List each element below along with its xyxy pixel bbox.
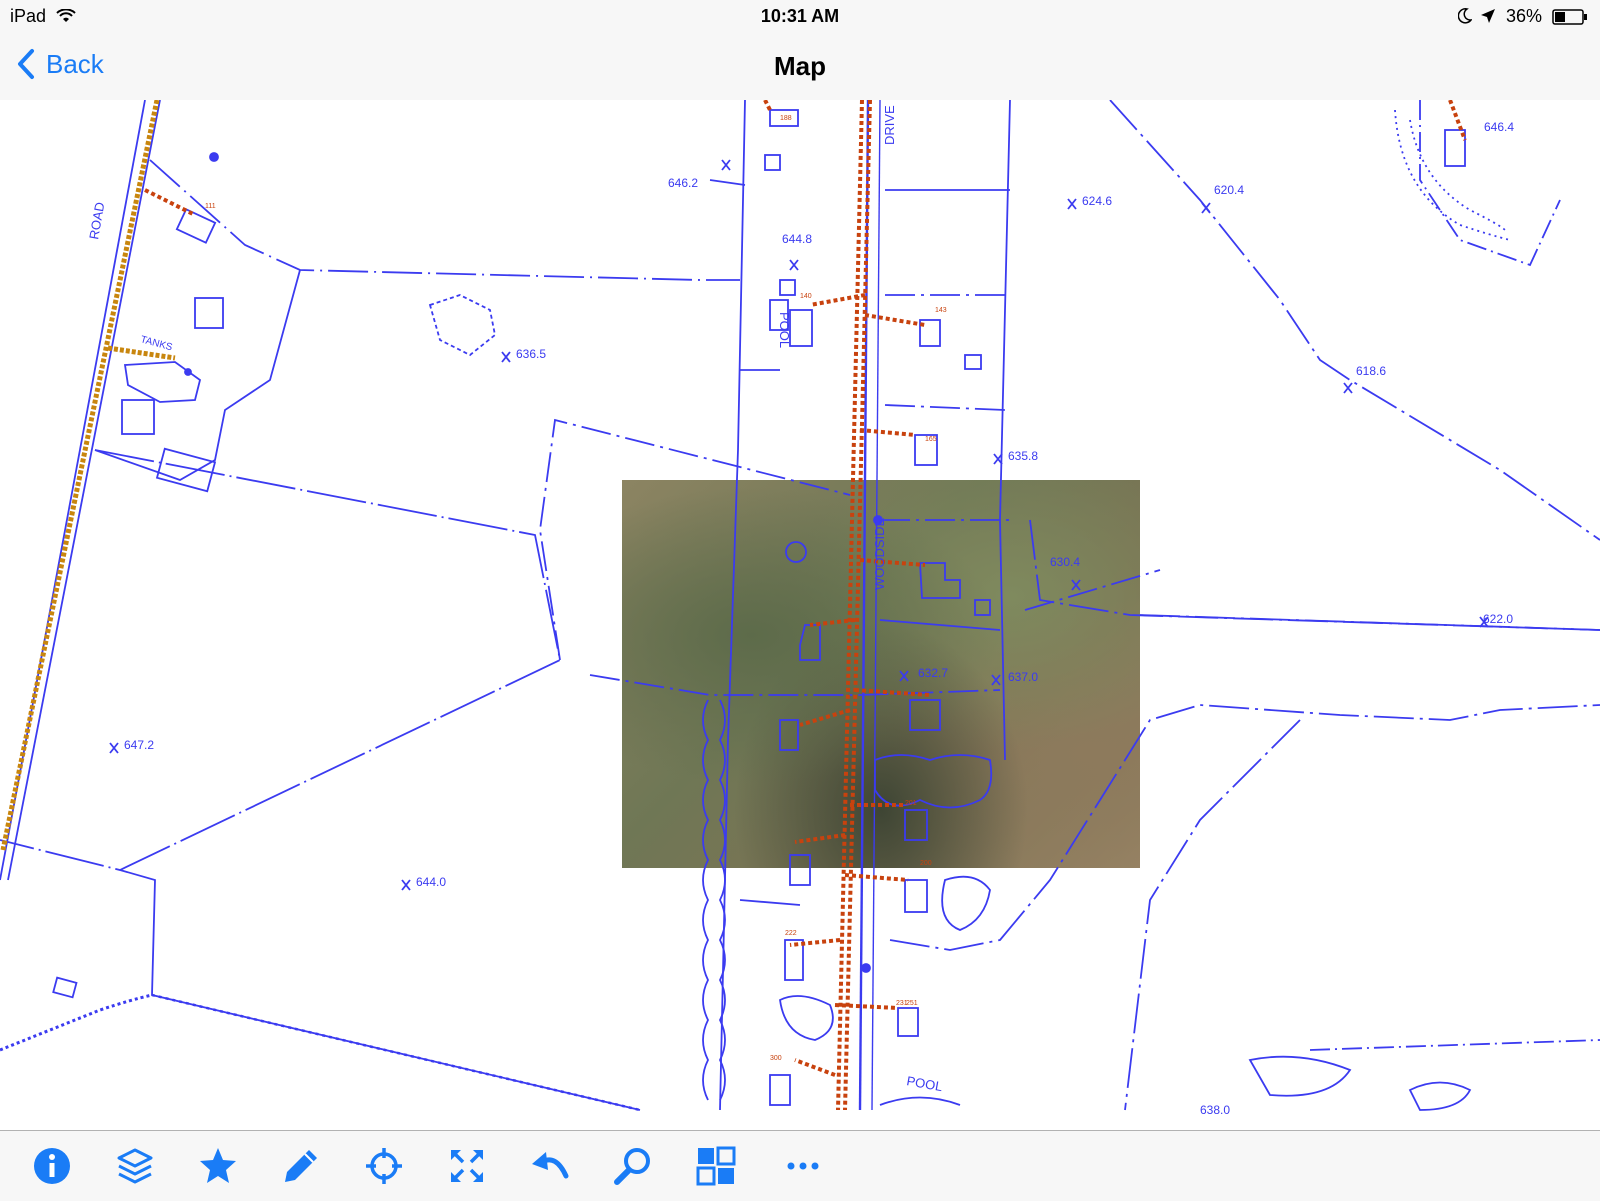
svg-text:620.4: 620.4 (1214, 183, 1244, 197)
svg-text:140: 140 (800, 293, 812, 300)
svg-text:DRIVE: DRIVE (882, 105, 897, 145)
svg-text:636.5: 636.5 (516, 347, 546, 361)
svg-text:201: 201 (905, 800, 917, 807)
svg-text:630.4: 630.4 (1050, 555, 1080, 569)
search-button[interactable] (613, 1146, 653, 1186)
clock: 10:31 AM (760, 6, 840, 26)
svg-text:222: 222 (785, 930, 797, 937)
edit-button[interactable] (281, 1146, 321, 1186)
svg-text:646.2: 646.2 (668, 176, 698, 190)
svg-text:POOL: POOL (905, 1073, 943, 1094)
svg-text:POOL: POOL (777, 312, 792, 348)
layers-icon (117, 1148, 153, 1184)
info-icon (34, 1148, 70, 1184)
svg-text:632.7: 632.7 (918, 666, 948, 680)
full-extent-icon (451, 1150, 483, 1182)
svg-text:624.6: 624.6 (1082, 194, 1112, 208)
basemap-gallery-button[interactable] (696, 1146, 736, 1186)
info-button[interactable] (32, 1146, 72, 1186)
spot-elevation-markers (109, 159, 1489, 891)
map-vector-layer: ROAD DRIVE WOODSIDE TANKS POOL POOL 646.… (0, 100, 1600, 1117)
svg-text:165: 165 (925, 436, 937, 443)
undo-button[interactable] (530, 1146, 570, 1186)
svg-text:622.0: 622.0 (1483, 612, 1513, 626)
svg-text:251: 251 (906, 1000, 918, 1007)
more-button[interactable] (783, 1146, 823, 1186)
basemap-gallery-icon (696, 1146, 736, 1186)
svg-text:644.8: 644.8 (782, 232, 812, 246)
svg-text:ROAD: ROAD (86, 201, 107, 241)
location-arrow-icon (1481, 9, 1495, 23)
locate-button[interactable] (364, 1146, 404, 1186)
svg-text:143: 143 (935, 307, 947, 314)
svg-text:646.4: 646.4 (1484, 120, 1514, 134)
service-lines (144, 100, 1467, 1111)
battery-percent: 36% (1506, 6, 1543, 26)
bottom-toolbar (0, 1130, 1600, 1201)
svg-text:200: 200 (920, 860, 932, 867)
svg-text:635.8: 635.8 (1008, 449, 1038, 463)
svg-text:647.2: 647.2 (124, 738, 154, 752)
svg-text:TANKS: TANKS (139, 334, 174, 353)
layers-button[interactable] (115, 1146, 155, 1186)
locate-crosshair-icon (366, 1148, 402, 1184)
page-title: Map (774, 51, 826, 81)
svg-text:638.0: 638.0 (1200, 1103, 1230, 1117)
svg-text:618.6: 618.6 (1356, 364, 1386, 378)
svg-text:637.0: 637.0 (1008, 670, 1038, 684)
undo-icon (532, 1152, 569, 1179)
svg-text:300: 300 (770, 1055, 782, 1062)
map-view[interactable]: ROAD DRIVE WOODSIDE TANKS POOL POOL 646.… (0, 100, 1600, 1130)
edit-pencil-icon (285, 1150, 317, 1182)
favorites-button[interactable] (198, 1146, 238, 1186)
search-icon (614, 1148, 650, 1185)
moon-icon (1458, 8, 1472, 24)
svg-text:188: 188 (780, 115, 792, 122)
building-number-labels: 111 140 143 165 188 200 222 231 251 201 … (205, 115, 947, 1062)
navigation-bar: Back Map (0, 34, 1600, 101)
status-bar: iPad 10:31 AM 36% (0, 0, 1600, 34)
favorites-star-icon (200, 1148, 236, 1183)
svg-text:WOODSIDE: WOODSIDE (872, 517, 887, 590)
more-icon (787, 1162, 819, 1170)
full-extent-button[interactable] (447, 1146, 487, 1186)
battery-icon (1552, 9, 1587, 25)
parcel-lines (0, 100, 1600, 1112)
svg-text:644.0: 644.0 (416, 875, 446, 889)
svg-text:111: 111 (205, 203, 216, 210)
map-labels: ROAD DRIVE WOODSIDE TANKS POOL POOL 646.… (86, 105, 1514, 1117)
